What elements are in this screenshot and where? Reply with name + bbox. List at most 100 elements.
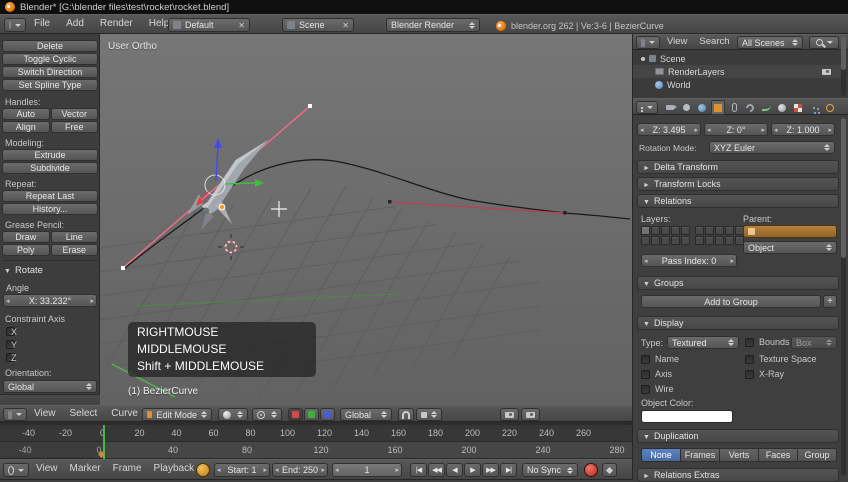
increment-icon[interactable]: ▸ xyxy=(263,466,267,474)
name-checkbox-row[interactable]: Name xyxy=(641,354,679,364)
parent-type-dropdown[interactable]: Object xyxy=(743,241,837,254)
menu-item[interactable]: Search xyxy=(699,36,729,49)
record-button[interactable] xyxy=(584,463,598,477)
handle-endpoint[interactable] xyxy=(563,211,567,215)
increment-icon[interactable]: ▸ xyxy=(694,126,698,134)
tool-button[interactable]: History... xyxy=(2,203,98,215)
playback-button[interactable]: ▶| xyxy=(500,463,517,477)
tab-object-data[interactable] xyxy=(759,100,773,115)
tool-button[interactable]: Align xyxy=(2,121,50,133)
decrement-icon[interactable]: ◂ xyxy=(774,126,778,134)
menu-item[interactable]: Curve xyxy=(111,408,138,421)
snap-toggle-button[interactable] xyxy=(398,408,414,421)
menu-item[interactable]: File xyxy=(34,18,50,32)
editor-type-button[interactable] xyxy=(3,463,29,477)
tab-render[interactable] xyxy=(663,100,677,115)
tab-object[interactable] xyxy=(711,100,725,115)
checkbox[interactable] xyxy=(745,354,754,364)
layer-cell[interactable] xyxy=(705,226,714,235)
viewport-3d[interactable]: User Ortho RIGHTMOUSE MIDDLEMOUSE Shift + … xyxy=(100,34,632,405)
decrement-icon[interactable]: ◂ xyxy=(640,126,644,134)
start-frame-field[interactable]: ◂ Start: 1 ▸ xyxy=(214,463,270,477)
playback-button[interactable]: ▶▶ xyxy=(482,463,499,477)
unlink-scene-icon[interactable]: ✕ xyxy=(342,21,349,30)
tool-button[interactable]: Extrude xyxy=(2,149,98,161)
end-frame-field[interactable]: ◂ End: 250 ▸ xyxy=(272,463,328,477)
sync-dropdown[interactable]: No Sync xyxy=(522,463,578,477)
auto-keyframe-button[interactable] xyxy=(196,463,210,477)
tool-button[interactable]: Erase xyxy=(50,244,98,256)
tab-world[interactable] xyxy=(695,100,709,115)
properties-scrollbar[interactable] xyxy=(841,118,846,476)
layer-cell[interactable] xyxy=(695,226,704,235)
menu-item[interactable]: Help xyxy=(149,18,170,32)
selected-control-point[interactable] xyxy=(218,203,226,211)
layer-cell[interactable] xyxy=(681,226,690,235)
layer-cell[interactable] xyxy=(651,226,660,235)
duplication-option-button[interactable]: None xyxy=(641,448,681,462)
checkbox[interactable] xyxy=(641,384,650,394)
tab-physics[interactable] xyxy=(823,100,837,115)
menu-item[interactable]: View xyxy=(34,408,56,421)
pass-index-field[interactable]: ◂ Pass Index: 0 ▸ xyxy=(641,254,737,267)
tab-particles[interactable] xyxy=(807,100,821,115)
decrement-icon[interactable]: ◂ xyxy=(335,466,339,474)
tool-button[interactable]: Free xyxy=(50,121,98,133)
panel-delta-transform[interactable]: Delta Transform xyxy=(637,160,839,174)
scene-selector[interactable]: Scene ✕ xyxy=(282,18,354,32)
layer-cell[interactable] xyxy=(681,236,690,245)
handle-endpoint[interactable] xyxy=(308,104,312,108)
tab-constraints[interactable] xyxy=(727,100,741,115)
tool-button[interactable]: Vector xyxy=(50,108,98,120)
handle-endpoint[interactable] xyxy=(388,200,392,204)
editor-type-button[interactable] xyxy=(3,408,27,421)
increment-icon[interactable]: ▸ xyxy=(321,466,325,474)
keying-set-button[interactable] xyxy=(602,463,617,477)
playback-button[interactable]: ▶ xyxy=(464,463,481,477)
checkbox[interactable] xyxy=(641,354,650,364)
bounds-checkbox-row[interactable]: Bounds xyxy=(745,337,790,347)
editor-type-button[interactable] xyxy=(636,36,660,49)
tool-button[interactable]: Set Spline Type xyxy=(2,79,98,91)
scale-z-field[interactable]: ◂ Z: 1.000 ▸ xyxy=(771,123,835,136)
draw-type-dropdown[interactable]: Textured xyxy=(667,336,739,349)
menu-item[interactable]: Render xyxy=(100,18,133,32)
display-scope-dropdown[interactable]: All Scenes xyxy=(737,36,803,49)
tool-button[interactable]: Auto xyxy=(2,108,50,120)
screen-layout-selector[interactable]: Default ✕ xyxy=(168,18,250,32)
layer-cell[interactable] xyxy=(671,236,680,245)
menu-item[interactable]: Add xyxy=(66,18,84,32)
rotate-toggle-button[interactable] xyxy=(304,408,319,421)
decrement-icon[interactable]: ◂ xyxy=(644,257,648,265)
shading-dropdown[interactable] xyxy=(218,408,248,421)
render-opengl-button[interactable] xyxy=(500,408,519,421)
tool-button[interactable]: Toggle Cyclic xyxy=(2,53,98,65)
increment-icon[interactable]: ▸ xyxy=(395,466,399,474)
parent-object-field[interactable] xyxy=(743,225,837,238)
increment-icon[interactable]: ▸ xyxy=(730,257,734,265)
layer-cell[interactable] xyxy=(695,236,704,245)
current-frame-field[interactable]: ◂ 1 ▸ xyxy=(332,463,402,477)
panel-duplication[interactable]: Duplication xyxy=(637,429,839,443)
editor-type-button[interactable] xyxy=(4,18,26,32)
xray-checkbox-row[interactable]: X-Ray xyxy=(745,369,784,379)
layer-cell[interactable] xyxy=(725,236,734,245)
transform-orientation-dropdown[interactable]: Global xyxy=(340,408,392,421)
tab-texture[interactable] xyxy=(791,100,805,115)
tool-button[interactable]: Poly xyxy=(2,244,50,256)
menu-item[interactable]: Frame xyxy=(113,463,142,477)
menu-item[interactable]: Select xyxy=(70,408,98,421)
translate-toggle-button[interactable] xyxy=(288,408,303,421)
layer-cell[interactable] xyxy=(641,226,650,235)
layer-cell[interactable] xyxy=(715,236,724,245)
rotation-mode-dropdown[interactable]: XYZ Euler xyxy=(709,141,835,154)
timeline-ruler[interactable]: -40-200204060801001201401601802002202402… xyxy=(0,425,632,442)
increment-icon[interactable]: ▸ xyxy=(761,126,765,134)
panel-relations[interactable]: Relations xyxy=(637,194,839,208)
duplication-option-button[interactable]: Faces xyxy=(759,448,798,462)
layer-cell[interactable] xyxy=(705,236,714,245)
handle-endpoint[interactable] xyxy=(121,266,125,270)
playback-button[interactable]: ◀ xyxy=(446,463,463,477)
add-to-group-button[interactable]: Add to Group xyxy=(641,295,821,308)
search-button[interactable] xyxy=(809,36,839,49)
